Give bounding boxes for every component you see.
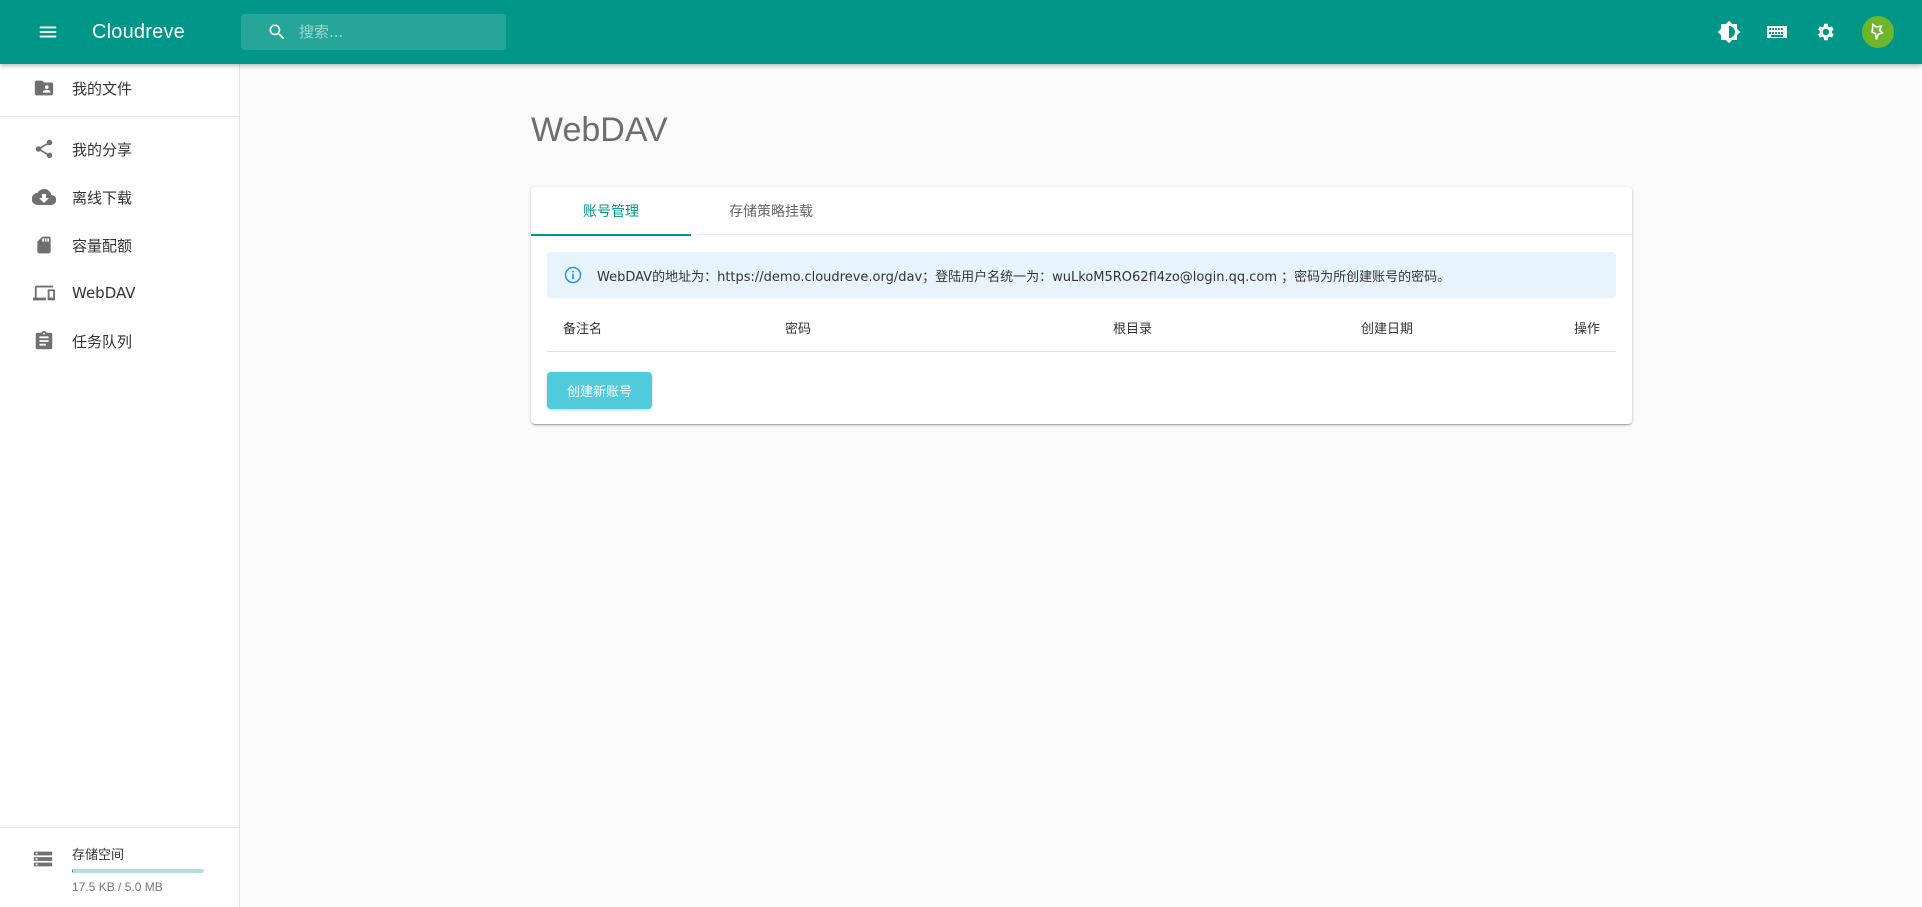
storage-usage-text: 17.5 KB / 5.0 MB	[72, 880, 163, 894]
theme-toggle-button[interactable]	[1712, 12, 1746, 52]
sidebar-item-label: 我的分享	[72, 140, 133, 159]
tab-account-management[interactable]: 账号管理	[531, 187, 691, 236]
tab-bar: 账号管理 存储策略挂载	[531, 187, 1632, 236]
column-header-root-dir: 根目录	[1113, 322, 1153, 337]
devices-icon	[32, 281, 56, 305]
info-alert: WebDAV的地址为：https://demo.cloudreve.org/da…	[547, 252, 1616, 298]
sidebar-item-label: WebDAV	[72, 284, 136, 302]
sd-card-icon	[32, 233, 56, 257]
cloud-download-icon	[32, 185, 56, 209]
webdav-card: 账号管理 存储策略挂载 WebDAV的地址为：https://demo.clou…	[531, 187, 1632, 424]
sidebar-item-offline-download[interactable]: 离线下载	[0, 173, 239, 221]
create-account-button[interactable]: 创建新账号	[547, 372, 652, 409]
storage-icon	[32, 848, 56, 872]
storage-info: 存储空间 17.5 KB / 5.0 MB	[72, 844, 204, 907]
accounts-table-header: 备注名 密码 根目录 创建日期 操作	[547, 298, 1616, 352]
sidebar-item-label: 任务队列	[72, 332, 133, 351]
app-bar: Cloudreve	[0, 0, 1922, 64]
share-icon	[32, 137, 56, 161]
sidebar-item-my-shares[interactable]: 我的分享	[0, 125, 239, 173]
sidebar: 我的文件 我的分享 离线下载 容量配额 WebDAV 任务队列 存储空间 17.…	[0, 64, 240, 907]
sidebar-item-my-files[interactable]: 我的文件	[0, 64, 239, 112]
sidebar-item-quota[interactable]: 容量配额	[0, 221, 239, 269]
brightness-icon	[1717, 20, 1741, 44]
search-box[interactable]	[241, 14, 506, 50]
column-header-password: 密码	[785, 322, 812, 337]
sidebar-item-label: 离线下载	[72, 188, 133, 207]
clipboard-icon	[32, 329, 56, 353]
info-icon	[563, 264, 585, 286]
search-input[interactable]	[299, 23, 499, 41]
sidebar-divider	[0, 116, 239, 117]
gear-icon	[1818, 23, 1834, 41]
keyboard-icon	[1767, 26, 1787, 38]
settings-button[interactable]	[1808, 12, 1842, 52]
storage-title: 存储空间	[72, 848, 125, 863]
search-icon	[269, 24, 285, 40]
storage-panel[interactable]: 存储空间 17.5 KB / 5.0 MB	[0, 827, 239, 907]
sidebar-item-label: 我的文件	[72, 79, 133, 98]
folder-user-icon	[32, 76, 56, 100]
hamburger-menu-icon	[39, 26, 57, 38]
column-header-actions: 操作	[1573, 322, 1600, 337]
page-title: WebDAV	[531, 111, 668, 149]
user-avatar-icon	[1871, 22, 1884, 40]
app-title[interactable]: Cloudreve	[92, 21, 185, 44]
tab-storage-policy-mount[interactable]: 存储策略挂载	[691, 187, 851, 235]
sidebar-item-webdav[interactable]: WebDAV	[0, 269, 239, 317]
sidebar-item-label: 容量配额	[72, 236, 133, 255]
sidebar-item-task-queue[interactable]: 任务队列	[0, 317, 239, 365]
column-header-remark: 备注名	[563, 322, 603, 337]
view-toggle-button[interactable]	[1760, 12, 1794, 52]
menu-button[interactable]	[28, 12, 68, 52]
appbar-actions	[1712, 12, 1894, 52]
user-avatar[interactable]	[1862, 16, 1894, 48]
column-header-created-date: 创建日期	[1361, 322, 1414, 337]
info-alert-text: WebDAV的地址为：https://demo.cloudreve.org/da…	[597, 269, 1451, 285]
storage-progress-bar	[72, 869, 204, 873]
